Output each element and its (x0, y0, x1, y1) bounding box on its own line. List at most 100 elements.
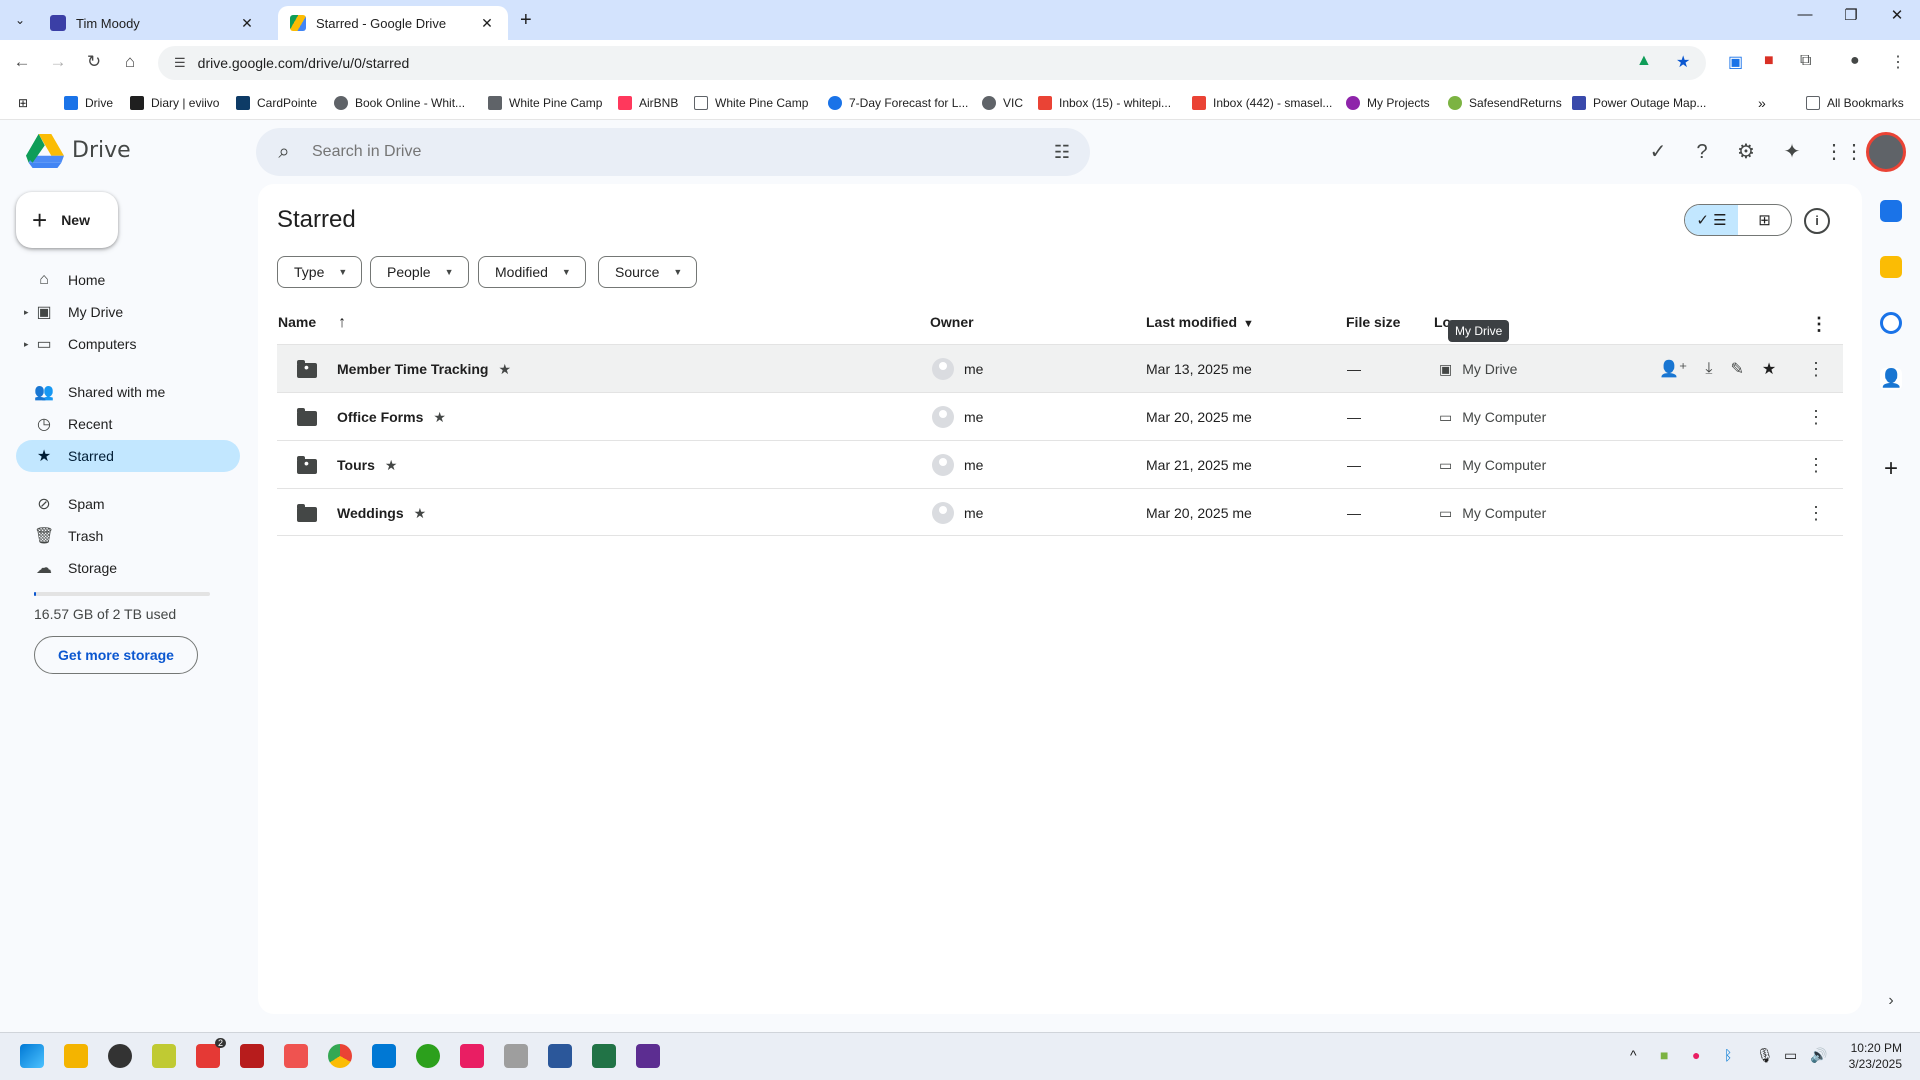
system-clock[interactable]: 10:20 PM 3/23/2025 (1826, 1040, 1902, 1072)
home-button[interactable]: ⌂ (118, 52, 142, 72)
bookmark-power-outage[interactable]: Power Outage Map... (1572, 92, 1706, 114)
help-icon[interactable]: ? (1688, 138, 1716, 166)
details-info-icon[interactable]: i (1804, 208, 1830, 234)
table-row[interactable]: Tours ★ me Mar 21, 2025 me — ▭ My Computer… (277, 440, 1843, 488)
show-hidden-icons-chevron-icon[interactable]: ^ (1630, 1047, 1637, 1063)
printer-icon[interactable] (504, 1044, 528, 1068)
column-header-owner[interactable]: Owner (930, 314, 974, 330)
app-icon[interactable] (240, 1044, 264, 1068)
sidebar-item-computers[interactable]: ▸ ▭ Computers (16, 328, 240, 360)
bookmark-diary[interactable]: Diary | eviivo (130, 92, 219, 114)
minimize-button[interactable]: — (1782, 6, 1828, 23)
apps-grid-icon[interactable]: ⋮⋮ (1824, 138, 1864, 166)
bookmark-forecast[interactable]: 7-Day Forecast for L... (828, 92, 968, 114)
rename-pencil-icon[interactable]: ✎ (1730, 359, 1743, 379)
drive-extension-icon[interactable]: ▲ (1636, 52, 1652, 70)
app-icon[interactable]: 2 (196, 1038, 226, 1068)
app-icon[interactable] (636, 1044, 660, 1068)
sidebar-item-recent[interactable]: ◷ Recent (16, 408, 240, 440)
sidebar-item-shared[interactable]: 👥 Shared with me (16, 376, 240, 408)
browser-menu-icon[interactable]: ⋮ (1890, 52, 1906, 72)
extension-icon[interactable]: ▣ (1728, 52, 1743, 72)
download-icon[interactable]: ⤓ (1705, 360, 1712, 378)
sidebar-item-storage[interactable]: ☁ Storage (16, 552, 240, 584)
layout-toggle[interactable]: ✓ ☰ ⊞ (1684, 204, 1792, 236)
volume-icon[interactable]: 🔊 (1810, 1047, 1827, 1064)
chrome-icon[interactable] (328, 1044, 352, 1068)
more-actions-icon[interactable]: ⋮ (1807, 489, 1825, 537)
sidebar-item-my-drive[interactable]: ▸ ▣ My Drive (16, 296, 240, 328)
star-toggle-icon[interactable]: ★ (1762, 359, 1776, 379)
grid-view-button[interactable]: ⊞ (1738, 205, 1791, 235)
profile-icon[interactable]: ● (1850, 52, 1860, 70)
sidebar-item-home[interactable]: ⌂ Home (16, 264, 240, 296)
tray-app-icon[interactable]: ■ (1660, 1047, 1668, 1063)
window-close-button[interactable]: ✕ (1874, 6, 1920, 24)
address-bar[interactable]: ☰ drive.google.com/drive/u/0/starred (158, 46, 1706, 80)
app-icon[interactable] (152, 1044, 176, 1068)
column-options-icon[interactable]: ⋮ (1810, 314, 1828, 335)
sidebar-item-starred[interactable]: ★ Starred (16, 440, 240, 472)
close-icon[interactable]: ✕ (478, 15, 496, 32)
bookmark-cardpointe[interactable]: CardPointe (236, 92, 317, 114)
bookmark-folder-white-pine[interactable]: White Pine Camp (694, 92, 808, 114)
get-addons-plus-icon[interactable]: + (1880, 457, 1902, 481)
offline-status-icon[interactable]: ✓ (1644, 138, 1672, 166)
bookmark-white-pine[interactable]: White Pine Camp (488, 92, 602, 114)
share-user-icon[interactable]: 👤⁺ (1659, 359, 1687, 379)
search-icon[interactable]: ⌕ (256, 141, 312, 164)
table-row[interactable]: Office Forms ★ me Mar 20, 2025 me — ▭ My C… (277, 392, 1843, 440)
bookmark-vic[interactable]: VIC (982, 92, 1023, 114)
new-tab-button[interactable]: + (520, 9, 532, 32)
back-button[interactable]: ← (10, 52, 34, 72)
filter-source-chip[interactable]: Source ▼ (598, 256, 698, 288)
restore-button[interactable]: ❐ (1828, 6, 1874, 24)
filter-modified-chip[interactable]: Modified ▼ (478, 256, 586, 288)
expand-caret-icon[interactable]: ▸ (24, 307, 29, 318)
show-side-panel-chevron-icon[interactable]: › (1880, 992, 1902, 1014)
filter-type-chip[interactable]: Type ▼ (277, 256, 363, 288)
outlook-icon[interactable] (372, 1044, 396, 1068)
new-button[interactable]: + New (16, 192, 118, 248)
sidebar-item-spam[interactable]: ⊘ Spam (16, 488, 240, 520)
table-row[interactable]: Weddings ★ me Mar 20, 2025 me — ▭ My Compu… (277, 488, 1843, 536)
table-row[interactable]: Member Time Tracking ★ me Mar 13, 2025 me… (277, 344, 1843, 392)
apps-icon[interactable]: ⊞ (18, 92, 28, 114)
column-header-file-size[interactable]: File size (1346, 314, 1400, 330)
extensions-puzzle-icon[interactable]: ⧉ (1800, 52, 1811, 70)
filter-people-chip[interactable]: People ▼ (370, 256, 469, 288)
drive-logo-icon[interactable] (26, 134, 64, 168)
excel-icon[interactable] (592, 1044, 616, 1068)
keep-icon[interactable] (1880, 256, 1902, 278)
settings-gear-icon[interactable]: ⚙ (1732, 138, 1760, 166)
more-actions-icon[interactable]: ⋮ (1807, 441, 1825, 489)
forward-button[interactable]: → (46, 52, 70, 72)
column-header-last-modified[interactable]: Last modified ▼ (1146, 314, 1254, 330)
network-icon[interactable]: ▭ (1784, 1047, 1797, 1064)
get-more-storage-button[interactable]: Get more storage (34, 636, 198, 674)
gemini-sparkle-icon[interactable]: ✦ (1778, 138, 1806, 166)
tab-starred-drive[interactable]: Starred - Google Drive ✕ (278, 6, 508, 40)
tray-app-icon[interactable]: ● (1692, 1047, 1700, 1063)
tasks-icon[interactable] (1880, 312, 1902, 334)
bookmark-book-online[interactable]: Book Online - Whit... (334, 92, 465, 114)
word-icon[interactable] (548, 1044, 572, 1068)
sidebar-item-trash[interactable]: 🗑 Trash (16, 520, 240, 552)
all-bookmarks-button[interactable]: All Bookmarks (1806, 92, 1904, 114)
windows-start-icon[interactable] (20, 1044, 44, 1068)
microphone-icon[interactable]: 🎙 (1756, 1047, 1774, 1064)
sort-dropdown-icon[interactable]: ▼ (1243, 318, 1254, 330)
search-input[interactable] (312, 143, 1034, 161)
file-explorer-icon[interactable] (64, 1044, 88, 1068)
calendar-icon[interactable] (1880, 200, 1902, 222)
snipping-tool-icon[interactable] (460, 1044, 484, 1068)
bluetooth-icon[interactable]: ᛒ (1724, 1047, 1732, 1063)
more-actions-icon[interactable]: ⋮ (1807, 345, 1825, 393)
more-bookmarks-icon[interactable]: » (1758, 92, 1766, 114)
search-bar[interactable]: ⌕ ☷ (256, 128, 1090, 176)
bookmark-drive[interactable]: Drive (64, 92, 113, 114)
chrome-profile-icon[interactable] (108, 1044, 132, 1068)
column-header-name[interactable]: Name ↑ (278, 314, 346, 332)
reload-button[interactable]: ↻ (82, 52, 106, 72)
more-actions-icon[interactable]: ⋮ (1807, 393, 1825, 441)
